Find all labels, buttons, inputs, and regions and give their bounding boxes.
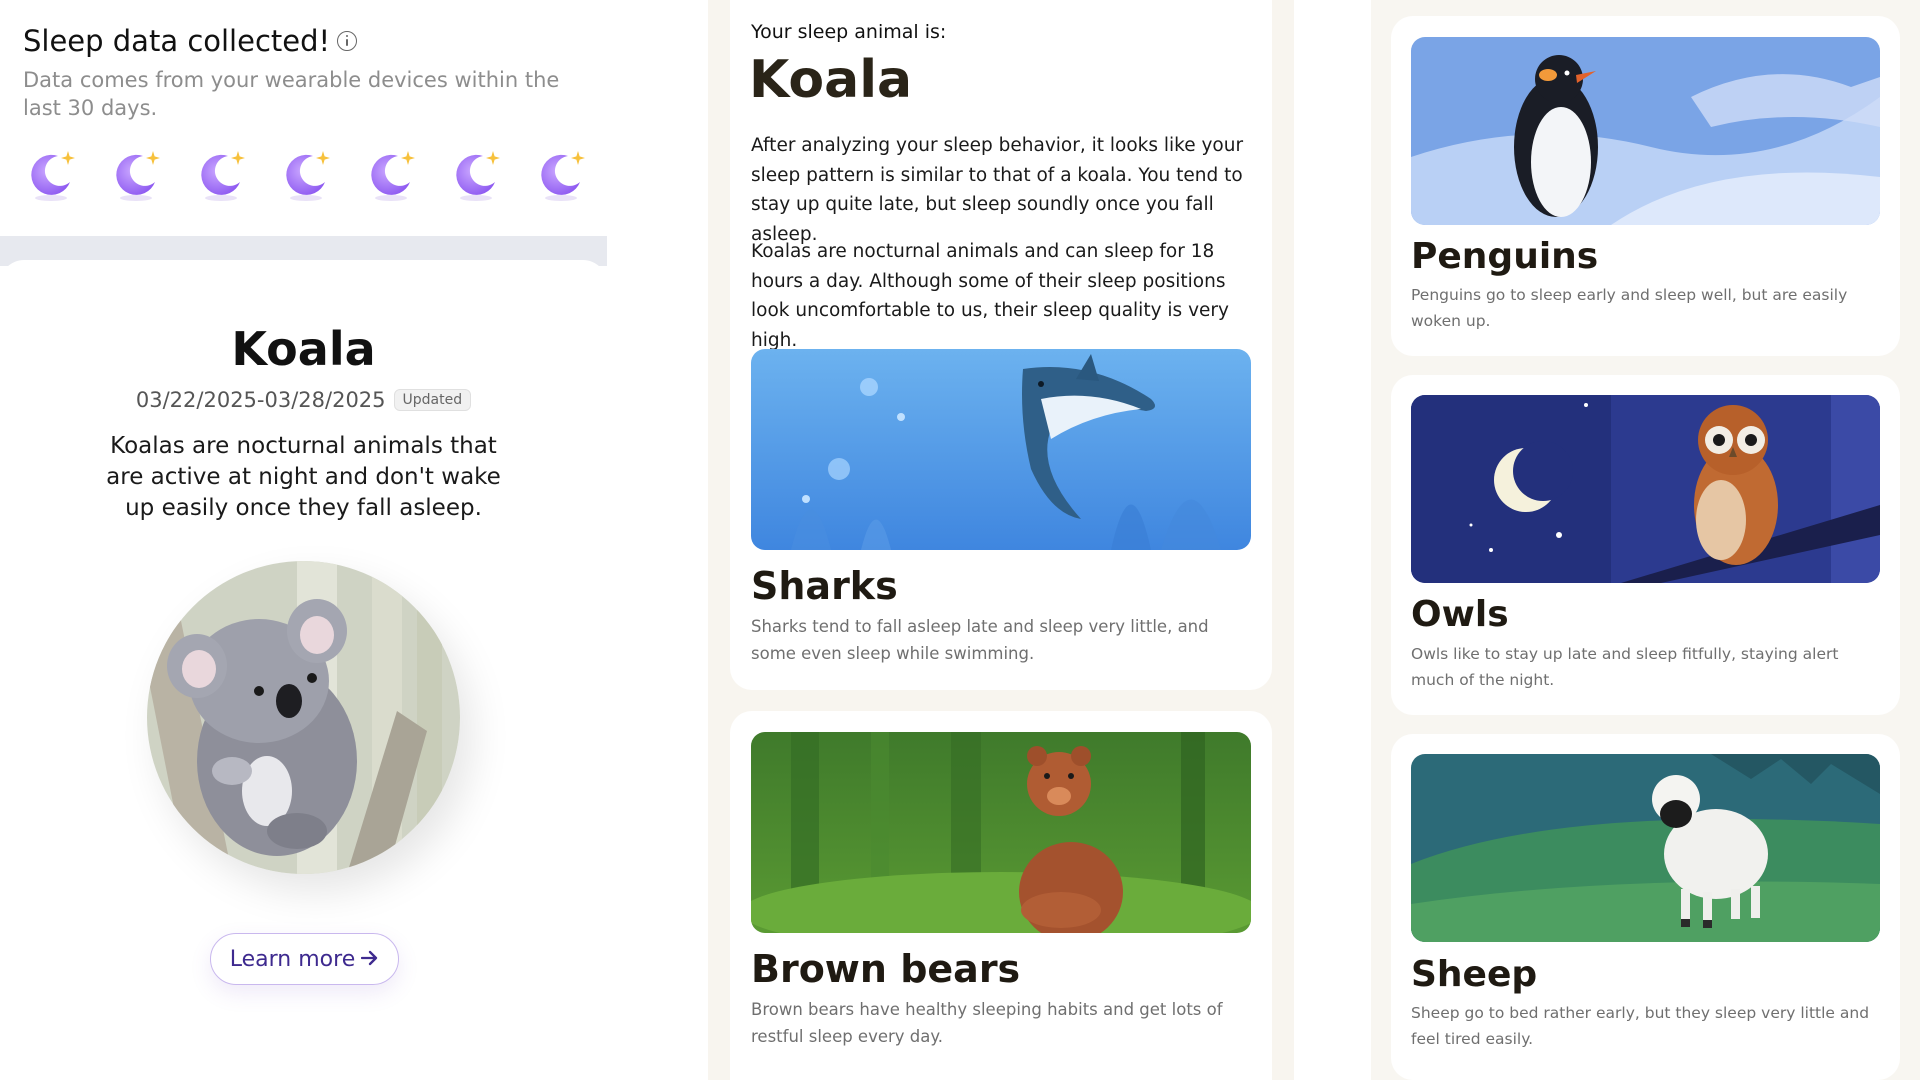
owl-image bbox=[1411, 395, 1880, 583]
learn-more-button[interactable]: Learn more bbox=[210, 933, 399, 985]
moon-star-icon bbox=[196, 148, 246, 201]
shark-image bbox=[751, 349, 1251, 550]
animal-card-description: Owls like to stay up late and sleep fitf… bbox=[1411, 645, 1839, 689]
info-icon[interactable] bbox=[337, 31, 358, 51]
result-paragraph-1: After analyzing your sleep behavior, it … bbox=[751, 135, 1244, 245]
sheep-image bbox=[1411, 754, 1880, 942]
brown-bears-card: Brown bears Brown bears have healthy sle… bbox=[730, 711, 1272, 1080]
panel-gap bbox=[1294, 0, 1371, 1080]
animal-card-description: Sheep go to bed rather early, but they s… bbox=[1411, 1004, 1870, 1048]
koala-summary-card: Koala 03/22/2025-03/28/2025 Updated Koal… bbox=[0, 260, 607, 1080]
date-range: 03/22/2025-03/28/2025 bbox=[135, 388, 386, 412]
animal-card-description: Penguins go to sleep early and sleep wel… bbox=[1411, 286, 1848, 330]
sleep-data-title-row: Sleep data collected! bbox=[23, 24, 358, 58]
result-animal-title: Koala bbox=[749, 50, 913, 110]
animal-list-panel: Penguins Penguins go to sleep early and … bbox=[1371, 0, 1920, 1080]
animal-card-description: Brown bears have healthy sleeping habits… bbox=[751, 1000, 1223, 1046]
moon-star-icon bbox=[451, 148, 501, 201]
result-paragraph-2: Koalas are nocturnal animals and can sle… bbox=[751, 241, 1229, 351]
penguin-image bbox=[1411, 37, 1880, 225]
animal-card-title: Sharks bbox=[751, 564, 898, 608]
animal-card-title: Penguins bbox=[1411, 236, 1599, 277]
result-label: Your sleep animal is: bbox=[751, 21, 947, 43]
penguins-card: Penguins Penguins go to sleep early and … bbox=[1391, 16, 1900, 356]
panel-gap bbox=[607, 0, 708, 1080]
brown-bear-image bbox=[751, 732, 1251, 933]
sleep-summary-panel: Sleep data collected! Data comes from yo… bbox=[0, 0, 607, 1080]
moon-star-icon bbox=[281, 148, 331, 201]
moon-star-icon bbox=[536, 148, 586, 201]
animal-name: Koala bbox=[231, 322, 376, 376]
animal-description: Koalas are nocturnal animals that are ac… bbox=[106, 433, 501, 521]
animal-card-title: Brown bears bbox=[751, 947, 1021, 991]
sleep-data-card: Sleep data collected! Data comes from yo… bbox=[0, 0, 607, 236]
sleep-animal-detail-panel: Your sleep animal is: Koala After analyz… bbox=[708, 0, 1294, 1080]
sleep-data-title: Sleep data collected! bbox=[23, 24, 331, 58]
moon-row bbox=[26, 148, 586, 201]
learn-more-label: Learn more bbox=[229, 946, 356, 972]
moon-star-icon bbox=[111, 148, 161, 201]
sleep-data-subtitle: Data comes from your wearable devices wi… bbox=[23, 68, 560, 120]
owls-card: Owls Owls like to stay up late and sleep… bbox=[1391, 375, 1900, 715]
animal-card-description: Sharks tend to fall asleep late and slee… bbox=[751, 617, 1209, 663]
moon-star-icon bbox=[366, 148, 416, 201]
animal-card-title: Sheep bbox=[1411, 954, 1538, 995]
arrow-right-icon bbox=[361, 947, 379, 972]
animal-card-title: Owls bbox=[1411, 594, 1509, 635]
result-card: Your sleep animal is: Koala After analyz… bbox=[730, 0, 1272, 690]
koala-image bbox=[147, 561, 460, 874]
sheep-card: Sheep Sheep go to bed rather early, but … bbox=[1391, 734, 1900, 1080]
date-row: 03/22/2025-03/28/2025 Updated bbox=[0, 388, 607, 412]
updated-badge: Updated bbox=[393, 389, 472, 411]
moon-star-icon bbox=[26, 148, 76, 201]
